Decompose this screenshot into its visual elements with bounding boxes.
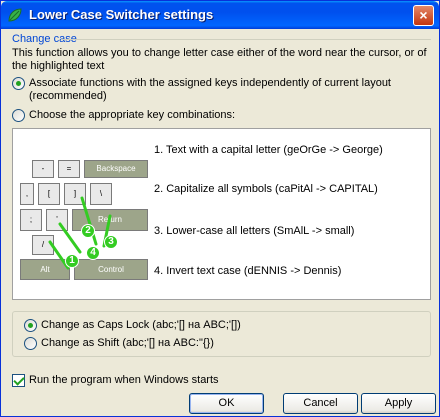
radio-associate-independent[interactable]: Associate functions with the assigned ke… — [12, 77, 432, 103]
marker-3: 3 — [104, 235, 118, 249]
window-title: Lower Case Switcher settings — [29, 7, 214, 22]
title-bar[interactable]: Lower Case Switcher settings × — [1, 1, 439, 29]
radio-label: Change as Caps Lock (abc;'[] на ABC;'[]) — [41, 319, 241, 331]
leaf-icon — [8, 8, 22, 22]
keyboard-illustration: - = Backspace , [ ] \ ; ' Return / Alt C… — [20, 156, 148, 280]
marker-1: 1 — [65, 254, 79, 268]
checkbox-run-at-startup[interactable]: Run the program when Windows starts — [12, 374, 219, 387]
cancel-button[interactable]: Cancel — [283, 393, 358, 414]
function-1: 1. Text with a capital letter (geOrGe ->… — [154, 144, 383, 156]
function-3: 3. Lower-case all letters (SmAlL -> smal… — [154, 225, 355, 237]
radio-button[interactable] — [12, 77, 25, 90]
checkbox[interactable] — [12, 374, 25, 387]
function-description: This function allows you to change lette… — [12, 47, 427, 72]
apply-button[interactable]: Apply — [361, 393, 436, 414]
ok-button[interactable]: OK — [189, 393, 264, 414]
radio-choose-combinations[interactable]: Choose the appropriate key combinations: — [12, 109, 235, 122]
radio-button[interactable] — [24, 337, 37, 350]
case-mode-group — [12, 311, 431, 357]
radio-label: Choose the appropriate key combinations: — [29, 109, 236, 121]
group-divider — [61, 39, 431, 40]
marker-4: 4 — [86, 246, 100, 260]
radio-caps-lock[interactable]: Change as Caps Lock (abc;'[] на ABC;'[]) — [24, 319, 241, 332]
settings-window: Lower Case Switcher settings × Change ca… — [0, 0, 440, 417]
radio-label: Associate functions with the assigned ke… — [29, 77, 391, 102]
radio-label: Change as Shift (abc;'[] на ABC:"{}) — [41, 337, 214, 349]
radio-button[interactable] — [24, 319, 37, 332]
function-2: 2. Capitalize all symbols (caPitAl -> CA… — [154, 183, 378, 195]
function-4: 4. Invert text case (dENNIS -> Dennis) — [154, 265, 342, 277]
key-arrows — [48, 196, 112, 270]
radio-shift[interactable]: Change as Shift (abc;'[] на ABC:"{}) — [24, 337, 214, 350]
close-button[interactable]: × — [413, 5, 434, 26]
arrow-2 — [58, 222, 82, 254]
marker-2: 2 — [81, 224, 95, 238]
checkbox-label: Run the program when Windows starts — [29, 374, 219, 386]
radio-button[interactable] — [12, 109, 25, 122]
